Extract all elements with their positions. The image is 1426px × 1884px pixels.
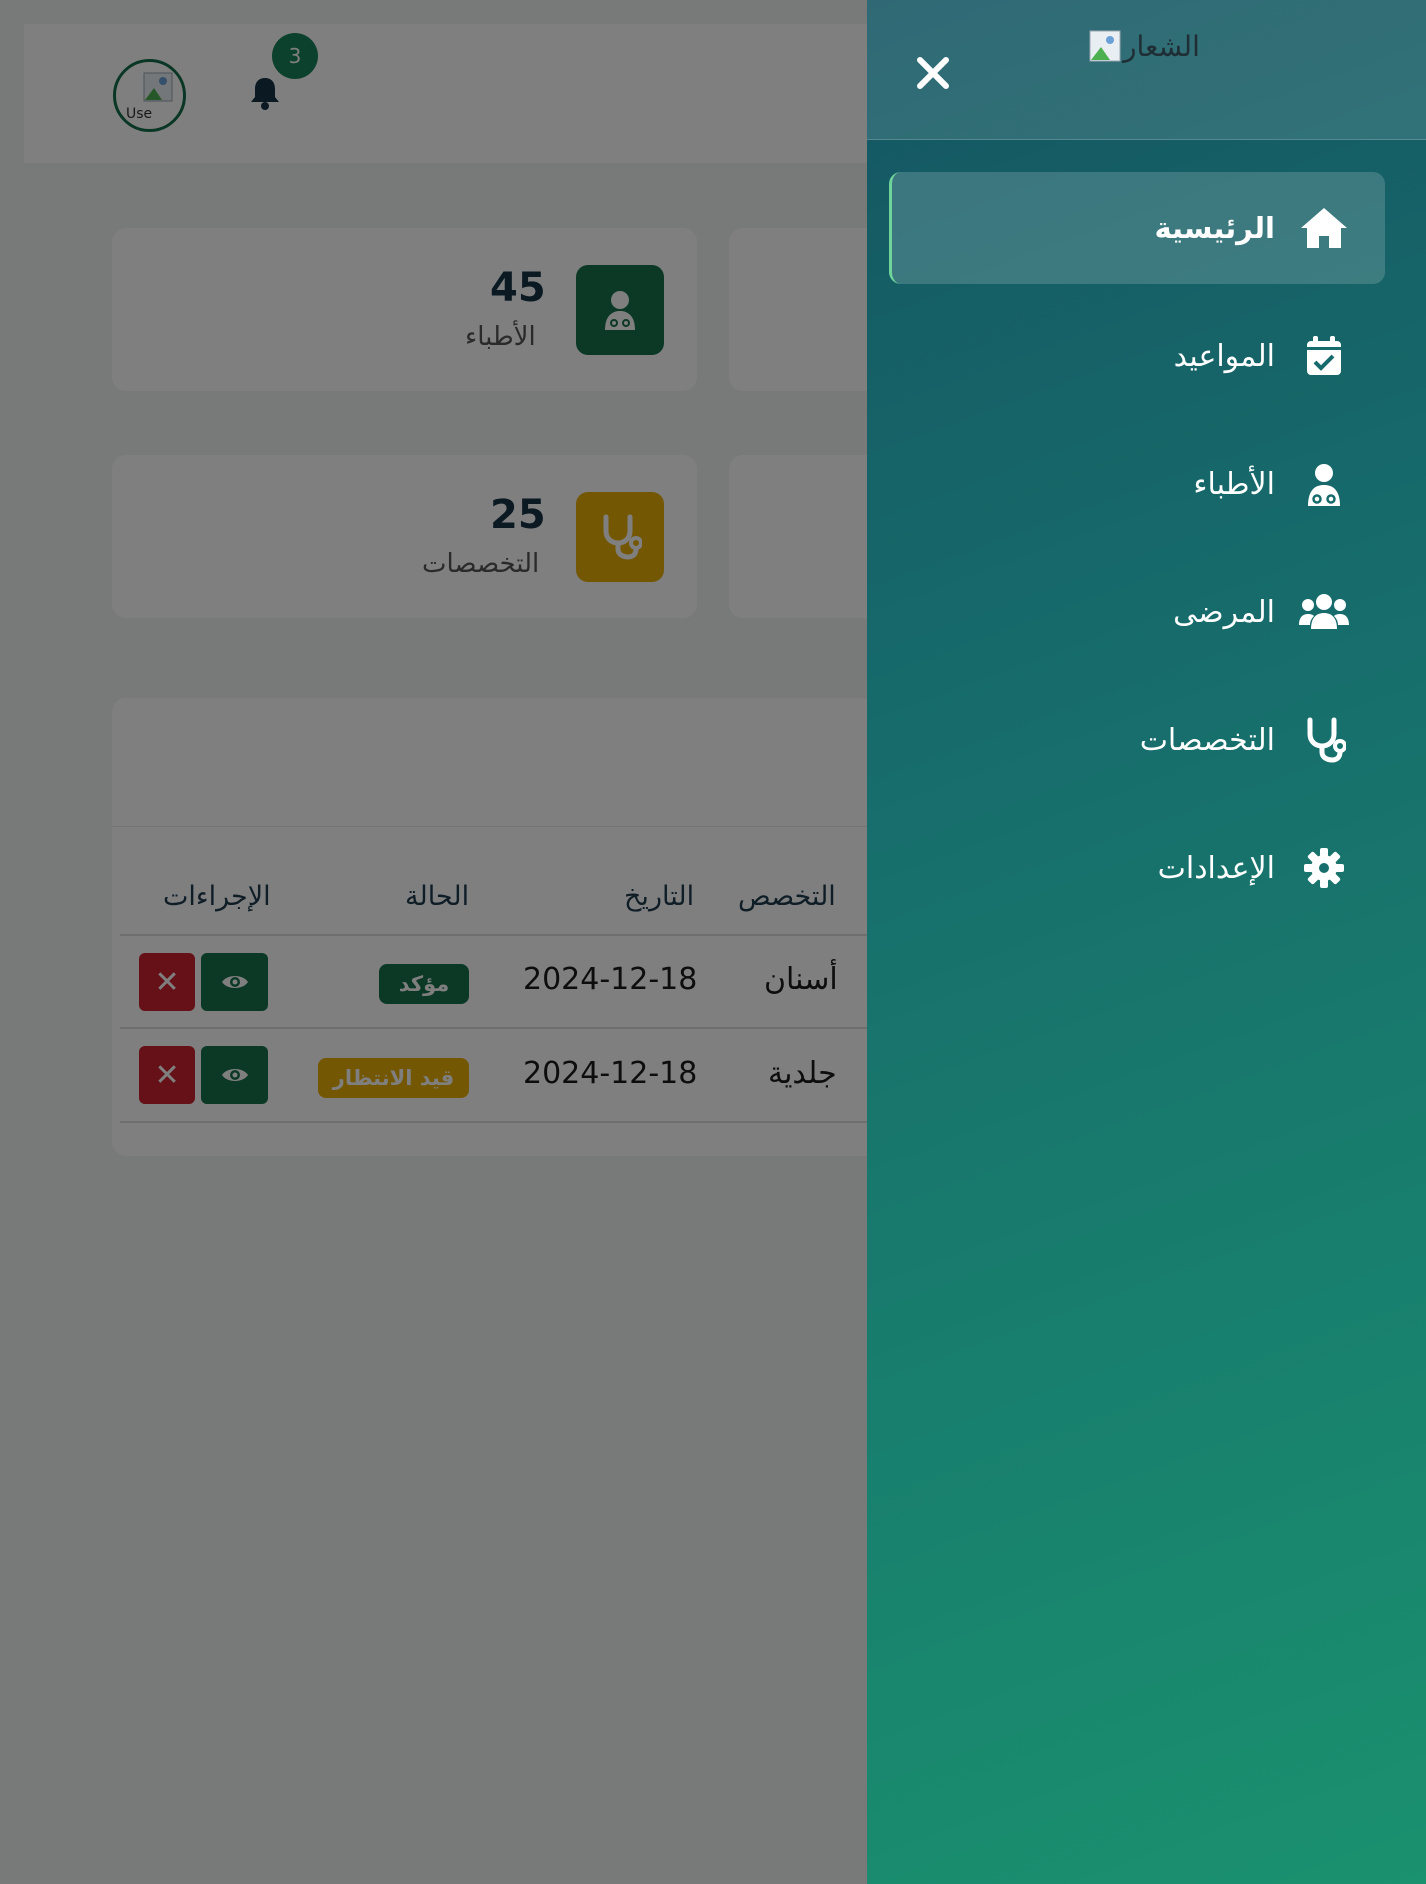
logo-alt-text: الشعار bbox=[1123, 30, 1200, 63]
sidebar-item-label: المواعيد bbox=[1173, 338, 1275, 374]
sidebar-header: الشعار bbox=[867, 0, 1426, 140]
gear-icon bbox=[1299, 843, 1349, 893]
calendar-check-icon bbox=[1299, 331, 1349, 381]
sidebar-item-label: المرضى bbox=[1173, 594, 1275, 630]
close-icon bbox=[917, 57, 949, 89]
close-sidebar-button[interactable] bbox=[913, 53, 953, 93]
sidebar-item-doctors[interactable]: الأطباء bbox=[889, 428, 1385, 540]
stethoscope-icon bbox=[1299, 715, 1349, 765]
sidebar-item-patients[interactable]: المرضى bbox=[889, 556, 1385, 668]
broken-image-icon bbox=[1089, 30, 1121, 62]
sidebar-item-label: الأطباء bbox=[1193, 466, 1275, 502]
sidebar: الشعار الرئيسية المواعيد الأطباء المرضى … bbox=[867, 0, 1426, 1884]
home-icon bbox=[1299, 203, 1349, 253]
sidebar-item-appointments[interactable]: المواعيد bbox=[889, 300, 1385, 412]
sidebar-item-home[interactable]: الرئيسية bbox=[889, 172, 1385, 284]
logo[interactable]: الشعار bbox=[1089, 30, 1200, 63]
users-icon bbox=[1299, 587, 1349, 637]
sidebar-item-label: التخصصات bbox=[1139, 722, 1275, 758]
sidebar-item-specialties[interactable]: التخصصات bbox=[889, 684, 1385, 796]
sidebar-item-settings[interactable]: الإعدادات bbox=[889, 812, 1385, 924]
sidebar-item-label: الرئيسية bbox=[1154, 211, 1275, 245]
doctor-icon bbox=[1299, 459, 1349, 509]
sidebar-item-label: الإعدادات bbox=[1157, 850, 1275, 886]
